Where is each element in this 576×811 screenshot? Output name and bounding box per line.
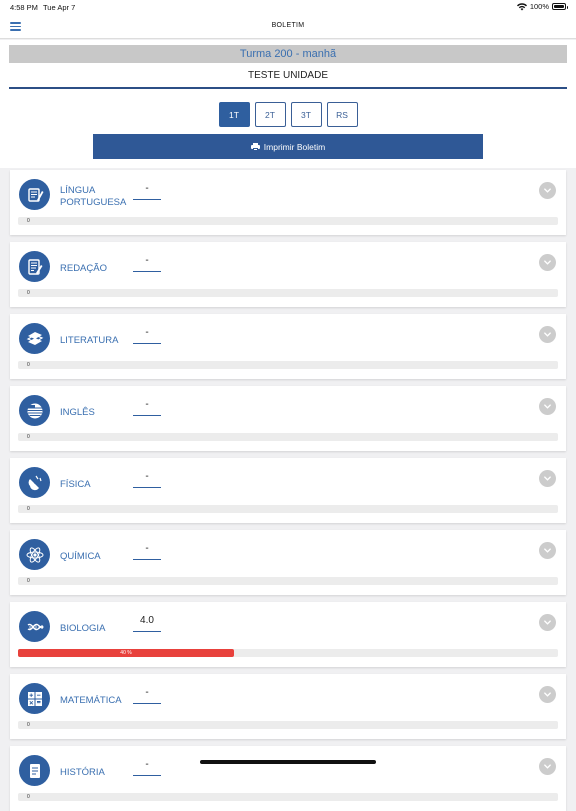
expand-chevron-icon[interactable] bbox=[539, 254, 556, 271]
progress-bar: 0 bbox=[18, 433, 558, 441]
divider bbox=[9, 87, 567, 89]
calculator-icon bbox=[19, 683, 50, 714]
home-indicator[interactable] bbox=[200, 760, 376, 764]
term-button-2t[interactable]: 2T bbox=[254, 102, 286, 127]
subject-card-lingua-portuguesa[interactable]: LÍNGUA PORTUGUESA - 0 bbox=[10, 170, 566, 235]
status-bar: 4:58 PM Tue Apr 7 100% bbox=[0, 0, 576, 14]
subject-card-literatura[interactable]: LITERATURA - 0 bbox=[10, 314, 566, 379]
grade-value: - bbox=[133, 255, 161, 272]
subject-card-redacao[interactable]: REDAÇÃO - 0 bbox=[10, 242, 566, 307]
grade-value: - bbox=[133, 471, 161, 488]
atom-icon bbox=[19, 539, 50, 570]
header-area: Turma 200 - manhã TESTE UNIDADE 1T 2T 3T… bbox=[0, 40, 576, 168]
grade-value: 4.0 bbox=[133, 615, 161, 632]
progress-bar: 0 bbox=[18, 577, 558, 585]
progress-bar: 0 bbox=[18, 721, 558, 729]
expand-chevron-icon[interactable] bbox=[539, 326, 556, 343]
subject-name: LÍNGUA PORTUGUESA bbox=[60, 185, 127, 208]
progress-label: 0 bbox=[27, 794, 30, 800]
status-time: 4:58 PM bbox=[10, 3, 38, 12]
grade-value: - bbox=[133, 183, 161, 200]
subject-name: INGLÊS bbox=[60, 407, 95, 418]
progress-label: 0 bbox=[27, 290, 30, 296]
subject-name: FÍSICA bbox=[60, 479, 91, 490]
print-button-label: Imprimir Boletim bbox=[263, 141, 326, 152]
progress-bar: 0 bbox=[18, 217, 558, 225]
subject-name: MATEMÁTICA bbox=[60, 695, 122, 706]
expand-chevron-icon[interactable] bbox=[539, 614, 556, 631]
print-report-button[interactable]: Imprimir Boletim bbox=[93, 134, 483, 159]
term-button-3t[interactable]: 3T bbox=[290, 102, 322, 127]
expand-chevron-icon[interactable] bbox=[539, 686, 556, 703]
grade-value: - bbox=[133, 687, 161, 704]
expand-chevron-icon[interactable] bbox=[539, 758, 556, 775]
status-date: Tue Apr 7 bbox=[43, 3, 76, 12]
subject-name: BIOLOGIA bbox=[60, 623, 106, 634]
progress-label: 0 bbox=[27, 434, 30, 440]
term-button-1t[interactable]: 1T bbox=[218, 102, 250, 127]
subject-name: HISTÓRIA bbox=[60, 767, 105, 778]
grade-value: - bbox=[133, 543, 161, 560]
subject-card-quimica[interactable]: QUÍMICA - 0 bbox=[10, 530, 566, 595]
battery-icon bbox=[552, 3, 568, 10]
dna-icon bbox=[19, 611, 50, 642]
book-writing-icon bbox=[19, 179, 50, 210]
scroll-icon bbox=[19, 755, 50, 786]
progress-label: 0 bbox=[27, 506, 30, 512]
progress-label: 0 bbox=[27, 578, 30, 584]
page-title: BOLETIM bbox=[271, 22, 305, 29]
subject-card-matematica[interactable]: MATEMÁTICA - 0 bbox=[10, 674, 566, 739]
progress-bar: 40 % bbox=[18, 649, 558, 657]
status-right: 100% bbox=[516, 2, 568, 11]
books-stack-icon bbox=[19, 323, 50, 354]
progress-bar: 0 bbox=[18, 289, 558, 297]
progress-bar: 0 bbox=[18, 793, 558, 801]
battery-percent: 100% bbox=[529, 2, 549, 11]
progress-bar: 0 bbox=[18, 505, 558, 513]
document-pen-icon bbox=[19, 251, 50, 282]
unit-label: TESTE UNIDADE bbox=[247, 70, 328, 81]
wifi-icon bbox=[516, 2, 527, 10]
class-label: Turma 200 - manhã bbox=[9, 45, 567, 63]
subject-card-ingles[interactable]: INGLÊS - 0 bbox=[10, 386, 566, 451]
printer-icon bbox=[250, 142, 260, 151]
subject-card-biologia[interactable]: BIOLOGIA 4.0 40 % bbox=[10, 602, 566, 667]
term-selector: 1T 2T 3T RS bbox=[0, 102, 576, 127]
expand-chevron-icon[interactable] bbox=[539, 182, 556, 199]
nav-bar: BOLETIM bbox=[0, 14, 576, 39]
expand-chevron-icon[interactable] bbox=[539, 542, 556, 559]
progress-bar: 0 bbox=[18, 361, 558, 369]
grade-value: - bbox=[133, 327, 161, 344]
flag-stripes-icon bbox=[19, 395, 50, 426]
expand-chevron-icon[interactable] bbox=[539, 470, 556, 487]
subject-name: LITERATURA bbox=[60, 335, 119, 346]
subject-card-fisica[interactable]: FÍSICA - 0 bbox=[10, 458, 566, 523]
subject-name: REDAÇÃO bbox=[60, 263, 107, 274]
expand-chevron-icon[interactable] bbox=[539, 398, 556, 415]
subject-card-historia[interactable]: HISTÓRIA -0 bbox=[10, 746, 566, 811]
main-content[interactable]: Turma 200 - manhã TESTE UNIDADE 1T 2T 3T… bbox=[0, 40, 576, 811]
progress-label: 0 bbox=[27, 362, 30, 368]
subject-name: QUÍMICA bbox=[60, 551, 101, 562]
progress-label: 0 bbox=[27, 218, 30, 224]
term-button-rs[interactable]: RS bbox=[326, 102, 358, 127]
grade-value: - bbox=[133, 399, 161, 416]
progress-label: 40 % bbox=[120, 650, 132, 656]
magnet-icon bbox=[19, 467, 50, 498]
progress-label: 0 bbox=[27, 722, 30, 728]
